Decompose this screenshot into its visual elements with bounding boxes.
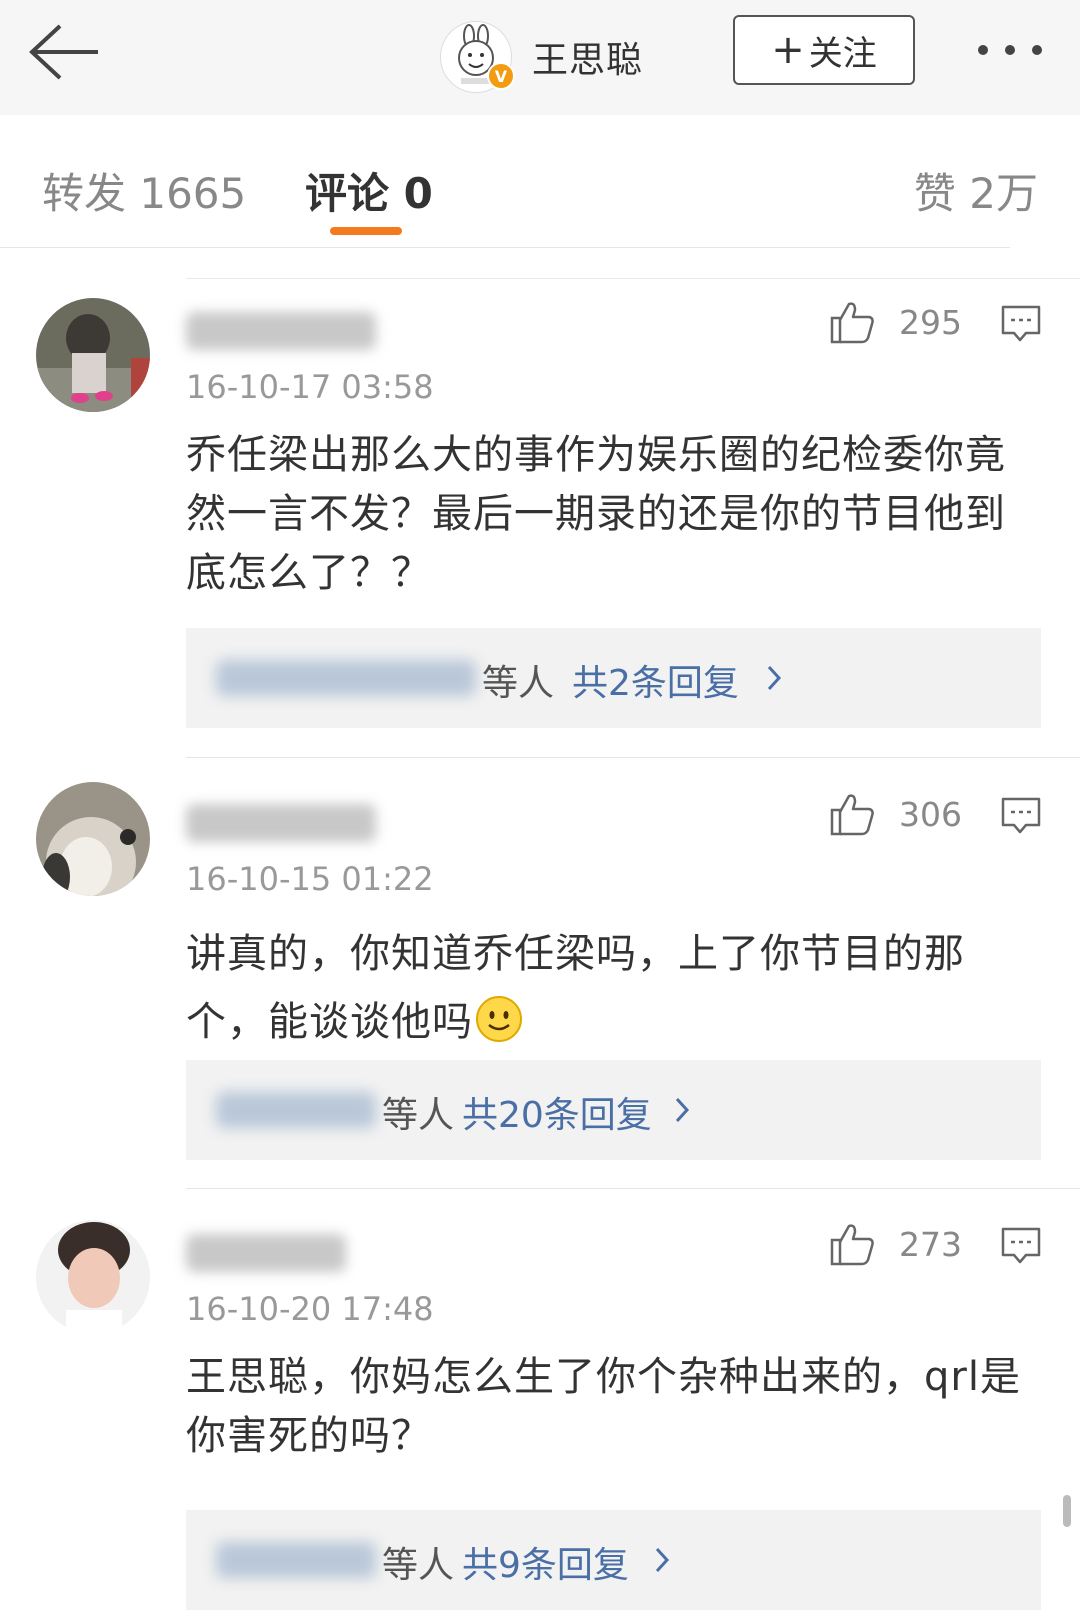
top-nav-bar: V 王思聪 + 关注: [0, 0, 1080, 116]
view-replies-link[interactable]: 共20条回复: [462, 1086, 652, 1138]
user-photo-icon: [36, 1220, 150, 1334]
reply-button[interactable]: [1000, 304, 1042, 348]
username-blurred[interactable]: [186, 1234, 346, 1272]
reply-suffix: 等人: [382, 1095, 455, 1136]
comment-text-content: 讲真的，你知道乔任梁吗，上了你节目的那个，能谈谈他吗: [186, 931, 965, 1045]
reply-button[interactable]: [1000, 1226, 1042, 1270]
active-tab-indicator: [330, 227, 402, 235]
like-count: 273: [899, 1224, 962, 1264]
divider: [0, 247, 1010, 248]
avatar[interactable]: [36, 298, 150, 412]
comment-timestamp: 16-10-15 01:22: [186, 860, 434, 898]
back-button[interactable]: [24, 20, 114, 90]
reply-suffix: 等人: [482, 663, 555, 704]
reply-users-blurred: [216, 660, 476, 696]
comment-text: 王思聪，你妈怎么生了你个杂种出来的，qrl是你害死的吗？: [186, 1354, 1021, 1459]
like-button[interactable]: 306: [829, 792, 962, 836]
profile-header[interactable]: V 王思聪: [440, 14, 643, 100]
user-photo-icon: [36, 782, 150, 896]
like-count: 295: [899, 302, 962, 342]
plus-icon: +: [771, 27, 805, 73]
reply-users-blurred: [216, 1542, 376, 1578]
reply-button[interactable]: [1000, 796, 1042, 840]
thumbs-up-icon: [830, 794, 874, 836]
tab-repost[interactable]: 转发 1665: [42, 160, 246, 221]
smiley-emoji-icon: [476, 996, 522, 1042]
comment-text: 乔任梁出那么大的事作为娱乐圈的纪检委你竟然一言不发？最后一期录的还是你的节目他到…: [186, 432, 1006, 596]
chevron-right-icon: [767, 665, 782, 691]
reply-summary[interactable]: 等人 共2条回复: [186, 628, 1041, 728]
profile-name[interactable]: 王思聪: [532, 31, 643, 83]
follow-label: 关注: [808, 33, 877, 74]
tab-comment[interactable]: 评论 0: [305, 160, 433, 221]
tab-bar: 转发 1665 评论 0 赞 2万: [0, 115, 1080, 248]
comment-timestamp: 16-10-17 03:58: [186, 368, 434, 406]
user-photo-icon: [36, 298, 150, 412]
follow-button[interactable]: + 关注: [733, 15, 915, 85]
avatar[interactable]: [36, 1220, 150, 1334]
scrollbar[interactable]: [1063, 1495, 1071, 1527]
divider: [186, 1188, 1080, 1189]
like-count: 306: [899, 794, 962, 834]
thumbs-up-icon: [830, 1224, 874, 1266]
divider: [186, 757, 1080, 758]
comment-bubble-icon: [1001, 797, 1041, 834]
arrow-left-icon: [29, 24, 98, 80]
like-button[interactable]: 295: [829, 300, 962, 344]
reply-suffix: 等人: [382, 1545, 455, 1586]
avatar[interactable]: [36, 782, 150, 896]
divider: [186, 278, 1080, 279]
reply-summary[interactable]: 等人 共20条回复: [186, 1060, 1041, 1160]
more-button[interactable]: [975, 35, 1055, 65]
tab-like[interactable]: 赞 2万: [914, 160, 1038, 221]
chevron-right-icon: [675, 1097, 690, 1123]
like-button[interactable]: 273: [829, 1222, 962, 1266]
reply-users-blurred: [216, 1092, 376, 1128]
username-blurred[interactable]: [186, 804, 376, 842]
thumbs-up-icon: [830, 302, 874, 344]
chevron-right-icon: [655, 1547, 670, 1573]
view-replies-link[interactable]: 共9条回复: [462, 1536, 629, 1588]
username-blurred[interactable]: [186, 312, 376, 350]
view-replies-link[interactable]: 共2条回复: [572, 654, 739, 706]
avatar[interactable]: V: [440, 21, 515, 93]
comment-timestamp: 16-10-20 17:48: [186, 1290, 434, 1328]
comment-text: 讲真的，你知道乔任梁吗，上了你节目的那个，能谈谈他吗: [186, 920, 1041, 1056]
reply-summary[interactable]: 等人 共9条回复: [186, 1510, 1041, 1610]
more-horizontal-icon: [978, 45, 1042, 55]
comment-bubble-icon: [1001, 1227, 1041, 1264]
verified-badge-icon: V: [487, 62, 515, 90]
comment-bubble-icon: [1001, 305, 1041, 342]
